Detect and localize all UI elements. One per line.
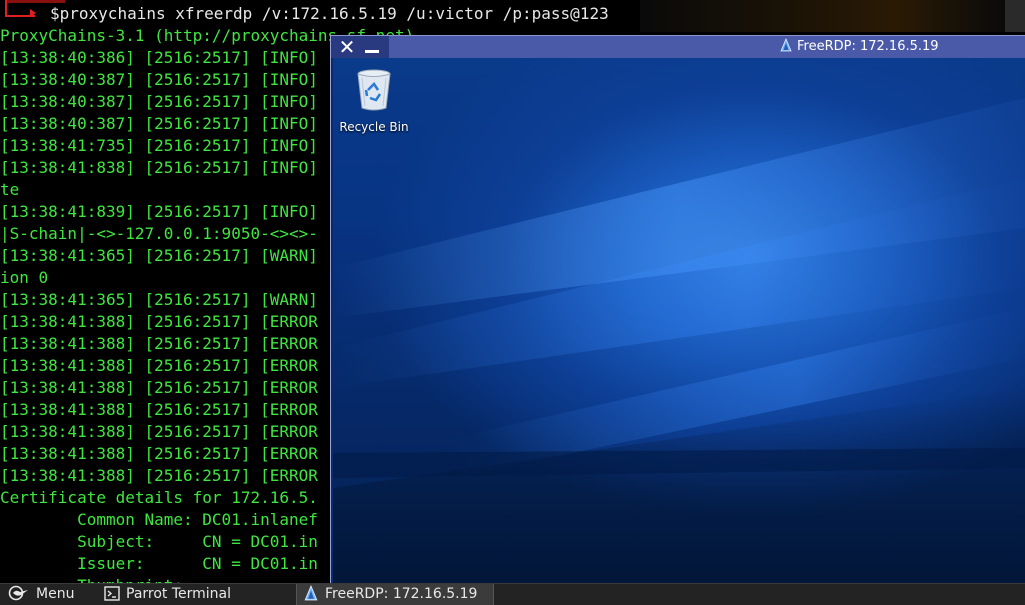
terminal-output-line: [13:38:41:388] [2516:2517] [ERROR xyxy=(0,312,318,331)
close-button[interactable]: ✕ xyxy=(337,37,357,57)
remote-desktop[interactable]: Recycle Bin xyxy=(333,58,1025,583)
terminal-output-line: [13:38:41:735] [2516:2517] [INFO] xyxy=(0,136,318,155)
menu-label: Menu xyxy=(36,586,75,602)
terminal-output-line: [13:38:40:386] [2516:2517] [INFO] xyxy=(0,48,318,67)
freerdp-icon xyxy=(780,38,792,52)
terminal-output-line: Common Name: DC01.inlanef xyxy=(0,510,318,529)
taskbar-item-freerdp[interactable]: FreeRDP: 172.16.5.19 xyxy=(296,584,494,605)
terminal-output-line: |S-chain|-<>-127.0.0.1:9050-<><>- xyxy=(0,224,318,243)
recycle-bin-icon xyxy=(357,69,391,111)
terminal-output-line: [13:38:41:838] [2516:2517] [INFO] xyxy=(0,158,318,177)
taskbar: Menu Parrot Terminal FreeRDP: 172.16.5.1… xyxy=(0,583,1025,605)
terminal-output-line: [13:38:41:388] [2516:2517] [ERROR xyxy=(0,334,318,353)
terminal-output-line: [13:38:41:388] [2516:2517] [ERROR xyxy=(0,400,318,419)
terminal-output-line: [13:38:41:388] [2516:2517] [ERROR xyxy=(0,422,318,441)
window-titlebar[interactable]: ✕ FreeRDP: 172.16.5.19 xyxy=(331,35,1025,58)
terminal-output-line: [13:38:40:387] [2516:2517] [INFO] xyxy=(0,70,318,89)
terminal-output-line: Issuer: CN = DC01.in xyxy=(0,554,318,573)
recycle-bin-label: Recycle Bin xyxy=(339,120,409,134)
terminal-output-line: [13:38:40:387] [2516:2517] [INFO] xyxy=(0,114,318,133)
terminal-output-line: [13:38:41:388] [2516:2517] [ERROR xyxy=(0,378,318,397)
taskbar-item-label: Parrot Terminal xyxy=(126,586,232,602)
terminal-output-line: ion 0 xyxy=(0,268,49,287)
taskbar-item-parrot-terminal[interactable]: Parrot Terminal xyxy=(104,584,231,605)
background-decoration xyxy=(1005,0,1025,32)
terminal-command: proxychains xfreerdp /v:172.16.5.19 /u:v… xyxy=(59,4,609,23)
freerdp-icon xyxy=(304,585,318,601)
terminal-output-line: Thumbprint: xyxy=(0,575,202,583)
terminal-output-line: [13:38:41:365] [2516:2517] [WARN] xyxy=(0,246,318,265)
terminal-output-line: Certificate details for 172.16.5. xyxy=(0,488,318,507)
terminal-output-line: [13:38:41:388] [2516:2517] [ERROR xyxy=(0,356,318,375)
menu-button[interactable]: Menu xyxy=(8,584,74,605)
terminal-command-line: $proxychains xfreerdp /v:172.16.5.19 /u:… xyxy=(50,3,609,25)
prompt-symbol: $ xyxy=(50,4,60,23)
terminal-output-line: [13:38:41:388] [2516:2517] [ERROR xyxy=(0,444,318,463)
taskbar-item-label: FreeRDP: 172.16.5.19 xyxy=(325,586,478,602)
window-title-text: FreeRDP: 172.16.5.19 xyxy=(797,39,939,54)
window-controls: ✕ xyxy=(331,36,389,58)
terminal-output-line: te xyxy=(0,180,20,199)
prompt-arrow-icon xyxy=(30,9,36,17)
terminal-output-line: [13:38:40:387] [2516:2517] [INFO] xyxy=(0,92,318,111)
terminal-output-line: [13:38:41:839] [2516:2517] [INFO] xyxy=(0,202,318,221)
desktop-wallpaper xyxy=(333,98,1025,583)
window-title: FreeRDP: 172.16.5.19 xyxy=(779,36,939,58)
terminal-output-line: [13:38:41:365] [2516:2517] [WARN] xyxy=(0,290,318,309)
minimize-button[interactable] xyxy=(365,50,379,53)
terminal-output-line: [13:38:41:388] [2516:2517] [ERROR xyxy=(0,466,318,485)
terminal-output-line: Subject: CN = DC01.in xyxy=(0,532,318,551)
background-decoration xyxy=(640,0,1005,32)
desktop-icon-recycle-bin[interactable]: Recycle Bin xyxy=(339,68,409,134)
freerdp-window[interactable]: ✕ FreeRDP: 172.16.5.19 Recycle Bin xyxy=(330,35,1025,583)
terminal-icon xyxy=(104,586,120,601)
parrot-menu-icon xyxy=(8,585,28,601)
